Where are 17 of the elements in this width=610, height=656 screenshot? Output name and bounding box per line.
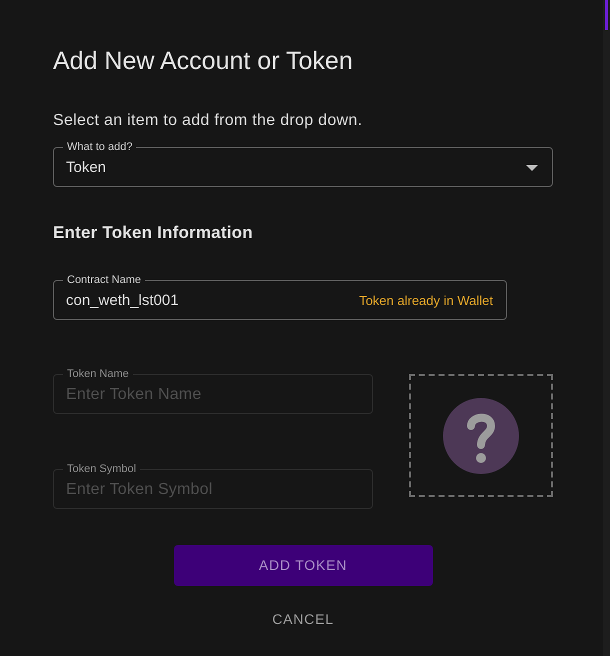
instruction-text: Select an item to add from the drop down. xyxy=(53,111,364,131)
field-label: What to add? xyxy=(66,141,134,153)
field-label: Token Name xyxy=(66,368,130,380)
status-message: Token already in Wallet xyxy=(359,292,493,310)
dropdown-select[interactable]: What to add? Token xyxy=(53,141,553,187)
question-mark-icon xyxy=(443,398,519,474)
accent-line xyxy=(605,0,608,30)
field-label: Contract Name xyxy=(66,274,142,286)
field-label: Token Symbol xyxy=(66,463,138,475)
image-placeholder[interactable] xyxy=(409,374,553,497)
section-title: Enter Token Information xyxy=(53,222,254,244)
contract-name-field[interactable]: Contract Name con_weth_lst001 Token already in Wallet xyxy=(53,274,507,320)
dialog-title: Add New Account or Token xyxy=(53,46,354,77)
text-input[interactable]: con_weth_lst001 xyxy=(63,290,360,312)
cancel-button[interactable]: CANCEL xyxy=(264,603,342,635)
caret-icon xyxy=(526,165,538,171)
add-token-button[interactable]: ADD TOKEN xyxy=(174,545,432,586)
